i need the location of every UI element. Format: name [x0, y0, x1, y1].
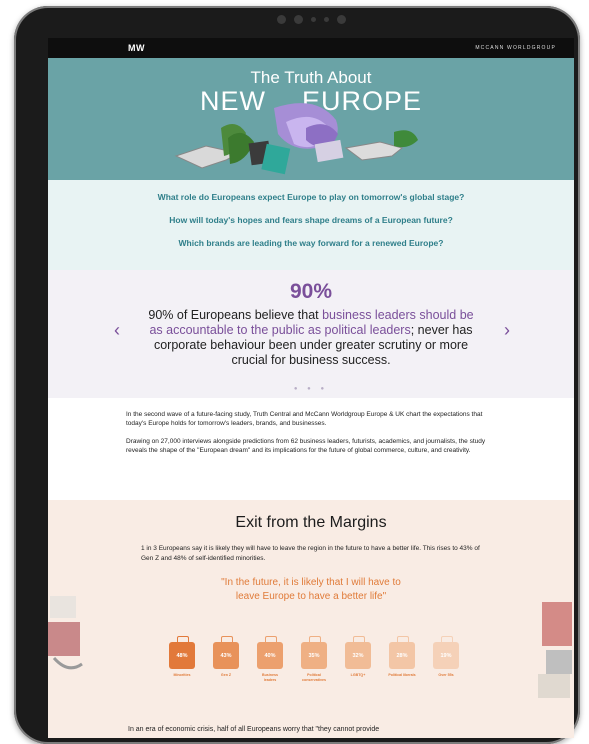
section-description: 1 in 3 Europeans say it is likely they w… [141, 545, 480, 562]
left-luggage-illustration [48, 596, 83, 670]
hero-banner: The Truth About NEW EUROPE [48, 58, 574, 180]
key-questions: What role do Europeans expect Europe to … [48, 180, 574, 270]
mw-logo[interactable]: MW [128, 43, 145, 53]
carousel-prev-icon[interactable]: ‹ [114, 320, 120, 341]
question-link-3[interactable]: Which brands are leading the way forward… [48, 238, 574, 248]
suitcase-icon: 48% [169, 636, 195, 669]
section-bottom-text: In an era of economic crisis, half of al… [128, 726, 380, 733]
stat-carousel: ‹ › 90% 90% of Europeans believe that bu… [48, 270, 574, 398]
suitcase-icon: 40% [257, 636, 283, 669]
suitcase-icon: 32% [345, 636, 371, 669]
section-title: Exit from the Margins [235, 514, 387, 531]
suitcase-item: 43% Gen Z [212, 636, 240, 682]
suitcase-label: LGBTQ+ [350, 673, 366, 677]
section-quote: "In the future, it is likely that I will… [221, 577, 401, 602]
suitcase-label: Over 55s [438, 673, 454, 677]
stat-text: 90% of Europeans believe that business l… [148, 308, 474, 367]
suitcase-item: 28% Political liberals [388, 636, 416, 682]
carousel-next-icon[interactable]: › [504, 320, 510, 341]
suitcase-icon: 28% [389, 636, 415, 669]
suitcase-item: 48% Minorities [168, 636, 196, 682]
suitcase-label: Business leaders [262, 673, 278, 682]
suitcase-item: 19% Over 55s [432, 636, 460, 682]
suitcase-icon: 19% [433, 636, 459, 669]
suitcase-icon: 35% [301, 636, 327, 669]
suitcase-icon: 43% [213, 636, 239, 669]
intro-paragraph-1: In the second wave of a future-facing st… [126, 411, 483, 427]
question-link-1[interactable]: What role do Europeans expect Europe to … [48, 192, 574, 202]
suitcase-label: Minorities [173, 673, 191, 677]
question-link-2[interactable]: How will today's hopes and fears shape d… [48, 215, 574, 225]
suitcase-label: Political conservatives [302, 673, 326, 682]
screen: MW MCCANN WORLDGROUP The Truth About NEW… [48, 38, 574, 738]
intro-text: In the second wave of a future-facing st… [48, 398, 574, 500]
stat-value: 90% [289, 280, 333, 303]
top-bar: MW MCCANN WORLDGROUP [48, 38, 574, 58]
suitcase-chart: 48% Minorities 43% Gen Z 40% Business le… [168, 636, 460, 682]
brand-name: MCCANN WORLDGROUP [475, 45, 556, 51]
right-luggage-illustration [538, 602, 572, 698]
suitcase-label: Political liberals [388, 673, 416, 677]
suitcase-label: Gen Z [220, 673, 232, 677]
exit-margins-section: Exit from the Margins 1 in 3 Europeans s… [48, 500, 574, 738]
hero-title-line1: The Truth About [250, 68, 372, 87]
suitcase-item: 40% Business leaders [256, 636, 284, 682]
intro-paragraph-2: Drawing on 27,000 interviews alongside p… [126, 438, 486, 454]
suitcase-item: 32% LGBTQ+ [344, 636, 372, 682]
hero-collage-illustration [174, 103, 418, 175]
tablet-frame: MW MCCANN WORLDGROUP The Truth About NEW… [14, 6, 580, 744]
carousel-dots[interactable]: ● ● ● [48, 386, 574, 392]
suitcase-item: 35% Political conservatives [300, 636, 328, 682]
camera-bar [266, 12, 356, 26]
